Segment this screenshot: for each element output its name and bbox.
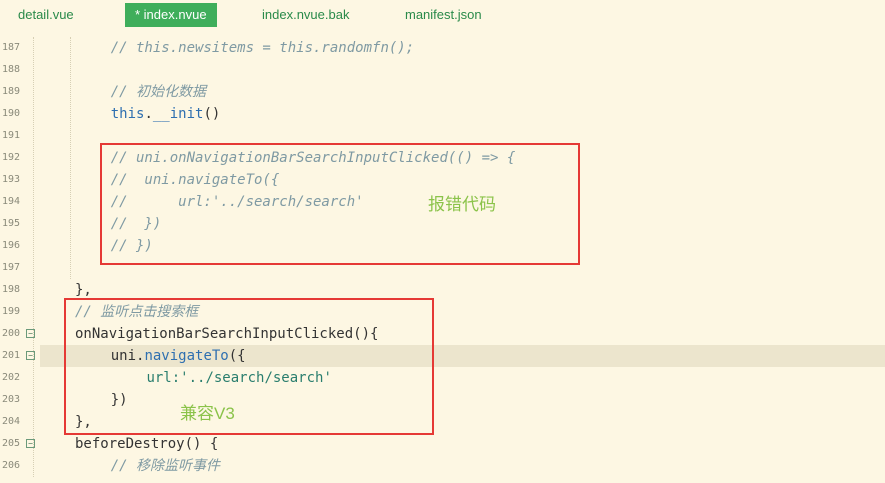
code-line[interactable]: 187 // this.newsitems = this.randomfn(); xyxy=(0,37,885,59)
line-number: 192 xyxy=(1,152,20,163)
tab-index-nvue-bak[interactable]: index.nvue.bak xyxy=(262,3,349,27)
tab-manifest-json[interactable]: manifest.json xyxy=(405,3,482,27)
code-text: this.__init() xyxy=(111,103,221,125)
code-line[interactable]: 188 xyxy=(0,59,885,81)
code-line[interactable]: 190 this.__init() xyxy=(0,103,885,125)
line-number: 202 xyxy=(1,372,20,383)
code-line[interactable]: 205− beforeDestroy() { xyxy=(0,433,885,455)
tab-index-nvue[interactable]: * index.nvue xyxy=(125,3,217,27)
code-token: __init xyxy=(152,106,204,122)
code-token: // 移除监听事件 xyxy=(110,458,221,474)
code-token: // this.newsitems = this.randomfn(); xyxy=(110,40,415,56)
code-text: // 初始化数据 xyxy=(111,81,206,103)
code-line[interactable]: 189 // 初始化数据 xyxy=(0,81,885,103)
code-token: }, xyxy=(75,282,92,298)
line-number: 204 xyxy=(1,416,20,427)
code-token: beforeDestroy() { xyxy=(75,436,219,452)
line-number: 194 xyxy=(1,196,20,207)
line-number: 187 xyxy=(1,42,20,53)
line-number: 188 xyxy=(1,64,20,75)
code-token: // 初始化数据 xyxy=(110,84,207,100)
indent-guide xyxy=(70,37,71,279)
compat-v3-label: 兼容V3 xyxy=(180,404,235,423)
line-number: 203 xyxy=(1,394,20,405)
line-number: 205 xyxy=(1,438,20,449)
code-token: this xyxy=(110,106,145,122)
indent-guide xyxy=(33,37,34,477)
line-number: 190 xyxy=(1,108,20,119)
line-number: 191 xyxy=(1,130,20,141)
line-number: 200 xyxy=(1,328,20,339)
compat-code-box xyxy=(64,298,434,435)
line-number: 198 xyxy=(1,284,20,295)
code-text: // this.newsitems = this.randomfn(); xyxy=(111,37,414,59)
code-token: . xyxy=(144,106,153,122)
error-code-box xyxy=(100,143,580,265)
tab-detail-vue[interactable]: detail.vue xyxy=(18,3,74,27)
line-number: 197 xyxy=(1,262,20,273)
code-text: // 移除监听事件 xyxy=(111,455,220,477)
code-token: () xyxy=(203,106,221,122)
line-number: 193 xyxy=(1,174,20,185)
line-number: 196 xyxy=(1,240,20,251)
error-code-label: 报错代码 xyxy=(428,195,496,214)
editor-tab-bar: detail.vue * index.nvue index.nvue.bak m… xyxy=(0,0,885,31)
line-number: 189 xyxy=(1,86,20,97)
line-number: 201 xyxy=(1,350,20,361)
line-number: 199 xyxy=(1,306,20,317)
line-number: 195 xyxy=(1,218,20,229)
code-text: beforeDestroy() { xyxy=(75,433,218,455)
code-line[interactable]: 206 // 移除监听事件 xyxy=(0,455,885,477)
line-number: 206 xyxy=(1,460,20,471)
